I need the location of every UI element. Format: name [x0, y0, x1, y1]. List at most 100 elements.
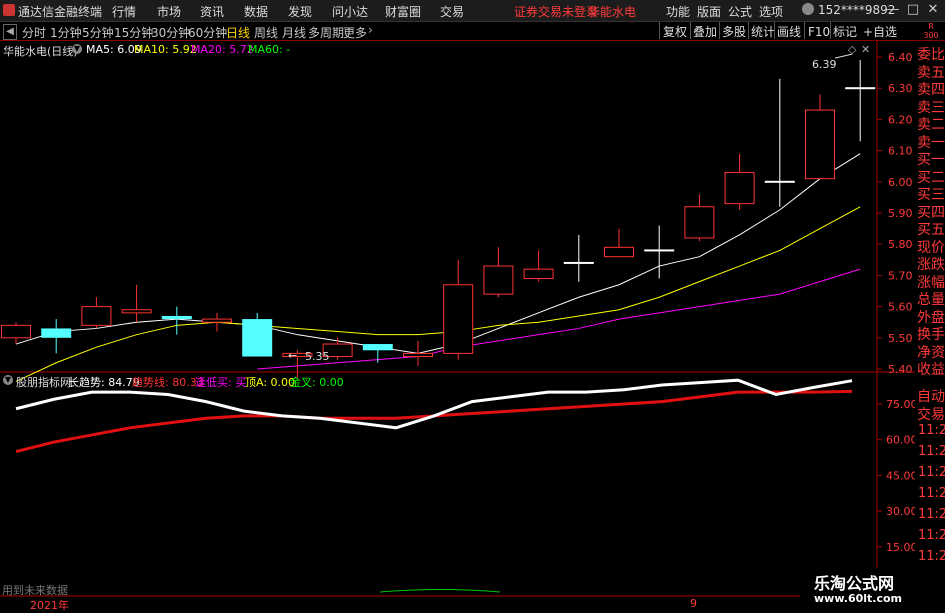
tool-statistics[interactable]: 统计 [751, 23, 775, 41]
panel-item-1[interactable]: 卖五 [917, 65, 945, 81]
panel-item-14[interactable]: 总量 [917, 292, 945, 308]
panel-item-6[interactable]: 买一 [917, 152, 945, 168]
indicator-name[interactable]: 股朋指标网 [16, 374, 71, 390]
candle-body [764, 180, 795, 183]
candle-body [563, 261, 594, 264]
panel-auto[interactable]: 自动 [917, 386, 945, 406]
panel-trade[interactable]: 交易 [917, 404, 945, 424]
candle-body [443, 284, 474, 354]
candle-body [604, 246, 634, 258]
stock-name-link[interactable]: 华能水电 [588, 3, 636, 20]
close-icon[interactable]: ✕ [925, 2, 941, 18]
top-legend: 顶A: 0.00 [245, 376, 296, 389]
menu-trade[interactable]: 交易 [440, 3, 464, 20]
ma60-legend: MA60: - [248, 43, 291, 56]
app-logo-icon [3, 4, 15, 16]
candle-body [724, 171, 755, 205]
period-5min[interactable]: 5分钟 [82, 24, 114, 41]
panel-item-18[interactable]: 收益 [917, 362, 945, 378]
period-multi[interactable]: 多周期 [308, 24, 344, 41]
sidebar-toggle-icon[interactable]: ◀ [3, 24, 17, 40]
candle-body [362, 344, 393, 351]
tool-overlay[interactable]: 叠加 [693, 23, 717, 41]
candle-body [202, 318, 232, 323]
panel-item-0[interactable]: 委比 [917, 47, 945, 63]
price-tick-label: 6.30 [888, 82, 913, 95]
panel-item-10[interactable]: 买五 [917, 222, 945, 238]
period-daily[interactable]: 日线 [226, 24, 250, 41]
tool-multi-stock[interactable]: 多股 [722, 23, 746, 41]
future-data-warning: 用到未来数据 [2, 584, 68, 597]
chart-options-icon[interactable]: ◇ [848, 43, 856, 56]
menu-wealth[interactable]: 财富圈 [385, 3, 421, 20]
period-weekly[interactable]: 周线 [254, 24, 278, 41]
candle-body [1, 324, 31, 339]
panel-item-5[interactable]: 卖一 [917, 135, 945, 151]
menu-formula[interactable]: 公式 [728, 3, 752, 20]
user-avatar-icon[interactable] [802, 3, 814, 15]
panel-item-13[interactable]: 涨幅 [917, 275, 945, 291]
app-title: 通达信金融终端 [18, 5, 103, 19]
chart-close-icon[interactable]: ✕ [861, 43, 870, 56]
period-60min[interactable]: 60分钟 [188, 24, 227, 41]
panel-item-15[interactable]: 外盘 [917, 310, 945, 326]
panel-item-4[interactable]: 卖二 [917, 117, 945, 133]
panel-item-11[interactable]: 现价 [917, 240, 945, 256]
user-phone[interactable]: 152****9892 [818, 3, 895, 17]
panel-item-16[interactable]: 换手 [917, 327, 945, 343]
panel-item-12[interactable]: 涨跌 [917, 257, 945, 273]
period-15min[interactable]: 15分钟 [114, 24, 153, 41]
ma10-legend: MA10: 5.92 [134, 43, 197, 56]
trade-login-warning[interactable]: 证券交易未登录 [514, 3, 598, 20]
more-chevron-icon[interactable]: › [368, 23, 373, 37]
tool-f10[interactable]: F10 [808, 23, 830, 41]
panel-time-1: 11:29 [918, 444, 945, 459]
tool-draw-line[interactable]: 画线 [777, 23, 801, 41]
panel-item-7[interactable]: 买二 [917, 170, 945, 186]
menu-bar: 通达信金融终端 行情 市场 资讯 数据 发现 问小达 财富圈 交易 证券交易未登… [0, 0, 945, 22]
menu-news[interactable]: 资讯 [200, 3, 224, 20]
price-tick-label: 6.40 [888, 51, 913, 64]
price-tick-label: 6.20 [888, 113, 913, 126]
panel-r-badge[interactable]: R 300 [920, 22, 942, 40]
panel-item-8[interactable]: 买三 [917, 187, 945, 203]
panel-time-2: 11:29 [918, 465, 945, 480]
menu-options[interactable]: 选项 [759, 3, 783, 20]
period-monthly[interactable]: 月线 [282, 24, 306, 41]
watermark-url: www.60lt.com [814, 592, 903, 605]
period-30min[interactable]: 30分钟 [151, 24, 190, 41]
indicator-dropdown-icon[interactable]: ▼ [3, 375, 13, 385]
menu-quotes[interactable]: 行情 [112, 3, 136, 20]
tool-restore-rights[interactable]: 复权 [663, 23, 687, 41]
panel-item-17[interactable]: 净资 [917, 345, 945, 361]
settings-dropdown-icon[interactable]: ▼ [72, 44, 82, 54]
kline-chart[interactable]: 6.40 6.30 6.20 6.10 6.00 5.90 5.80 5.70 5.60 5.50… [0, 41, 915, 609]
panel-time-6: 11:29 [918, 549, 945, 564]
period-more[interactable]: 更多 [343, 24, 367, 41]
menu-function[interactable]: 功能 [666, 3, 690, 20]
menu-layout[interactable]: 版面 [697, 3, 721, 20]
panel-time-4: 11:29 [918, 507, 945, 522]
price-tick-label: 5.70 [888, 269, 913, 282]
candle-body [684, 206, 715, 239]
low-arrow-icon: ← [288, 349, 298, 362]
menu-ask[interactable]: 问小达 [332, 3, 368, 20]
panel-item-9[interactable]: 买四 [917, 205, 945, 221]
price-tick-label: 6.00 [888, 176, 913, 189]
indicator-tick-label: 30.00 [886, 505, 915, 518]
panel-time-3: 11:29 [918, 486, 945, 501]
tool-add-watchlist[interactable]: +自选 [863, 23, 897, 41]
panel-item-2[interactable]: 卖四 [917, 82, 945, 98]
menu-market[interactable]: 市场 [157, 3, 181, 20]
period-timeshare[interactable]: 分时 [22, 24, 46, 41]
panel-item-3[interactable]: 卖三 [917, 100, 945, 116]
signal-wave [379, 589, 501, 593]
long-trend-legend: 长趋势: 84.79 [68, 376, 140, 389]
menu-data[interactable]: 数据 [244, 3, 268, 20]
candle-body [483, 265, 514, 295]
maximize-icon[interactable]: □ [905, 2, 921, 18]
tool-mark[interactable]: 标记 [833, 23, 857, 41]
period-1min[interactable]: 1分钟 [50, 24, 82, 41]
menu-discover[interactable]: 发现 [288, 3, 312, 20]
minimize-icon[interactable]: — [885, 2, 901, 18]
